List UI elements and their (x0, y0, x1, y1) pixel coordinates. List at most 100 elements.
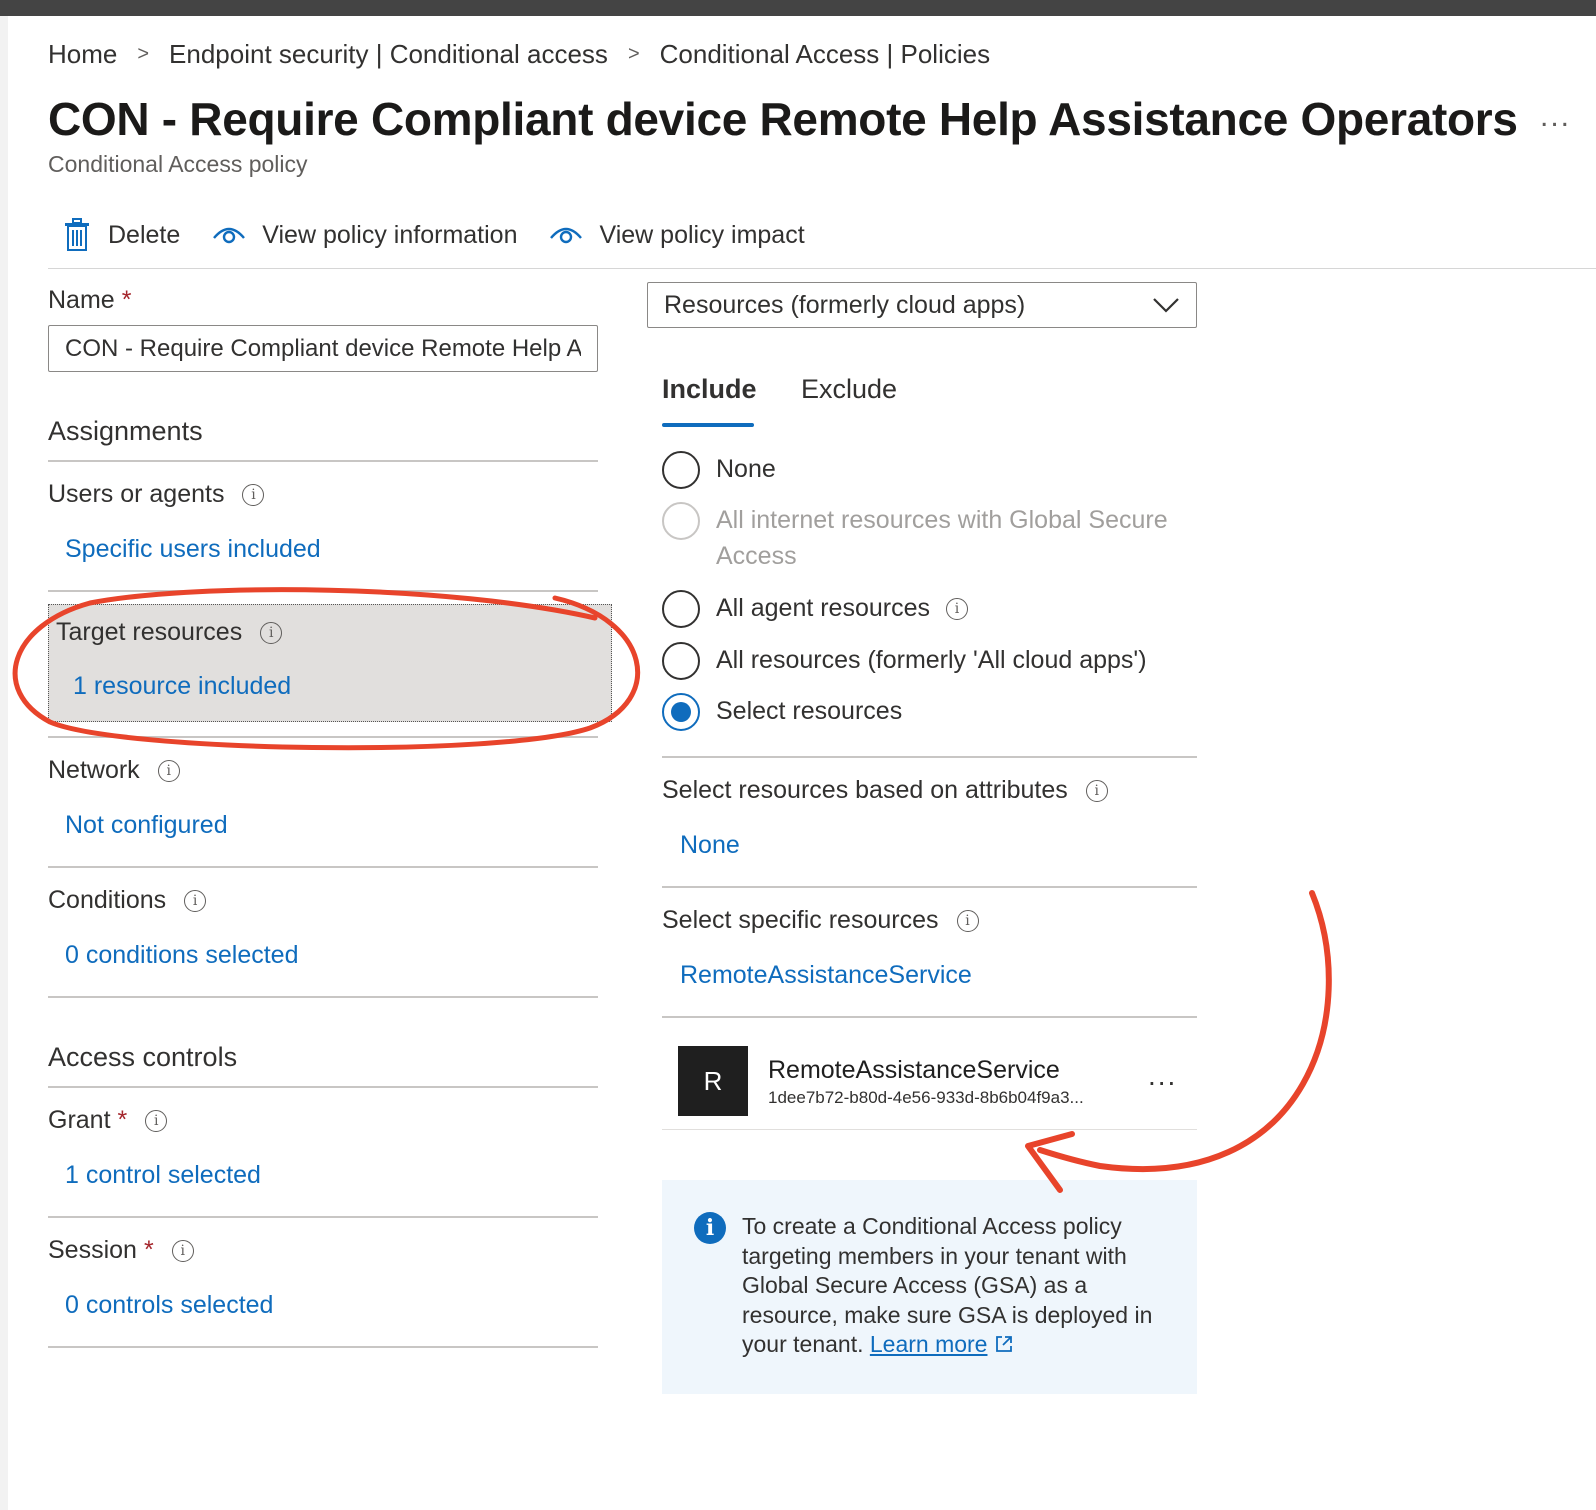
toolbar: Delete View policy information View poli… (62, 212, 837, 258)
info-icon[interactable]: i (956, 909, 979, 932)
view-policy-impact-label: View policy impact (599, 220, 805, 249)
radio-button[interactable] (662, 642, 700, 680)
divider (48, 1216, 598, 1218)
conditions-label-text: Conditions (48, 886, 167, 914)
external-link-icon (995, 1336, 1012, 1353)
target-resources-label: Target resources i (56, 618, 283, 647)
divider (48, 1086, 598, 1088)
info-icon[interactable]: i (242, 483, 265, 506)
info-icon[interactable]: i (1085, 779, 1108, 802)
option-all-resources[interactable]: All resources (formerly 'All cloud apps'… (662, 642, 1147, 680)
required-marker: * (121, 286, 132, 314)
view-policy-impact-button[interactable]: View policy impact (549, 220, 805, 250)
required-marker: * (143, 1236, 154, 1264)
divider (48, 590, 598, 592)
chevron-right-icon: > (137, 42, 150, 65)
resource-name: RemoteAssistanceService (768, 1056, 1060, 1084)
attributes-label: Select resources based on attributes i (662, 776, 1108, 805)
info-icon[interactable]: i (260, 621, 283, 644)
eye-icon (550, 227, 583, 244)
page-subtitle: Conditional Access policy (48, 151, 308, 177)
divider (48, 460, 598, 462)
option-select-resources[interactable]: Select resources (662, 693, 902, 731)
learn-more-link[interactable]: Learn more (870, 1331, 988, 1357)
window-top-bar (0, 0, 1596, 16)
grant-label-text: Grant (48, 1106, 111, 1134)
divider (48, 736, 598, 738)
assignments-heading: Assignments (48, 416, 203, 446)
eye-icon (213, 227, 246, 244)
users-label-text: Users or agents (48, 480, 225, 508)
page-title: CON - Require Compliant device Remote He… (48, 93, 1518, 145)
name-field[interactable] (48, 325, 598, 372)
option-all-agent-resources[interactable]: All agent resources i (662, 590, 969, 628)
users-link[interactable]: Specific users included (65, 535, 321, 564)
left-edge (0, 16, 8, 1510)
option-label: All resources (formerly 'All cloud apps'… (716, 646, 1147, 674)
radio-button-checked[interactable] (662, 693, 700, 731)
name-label: Name * (48, 286, 131, 315)
session-link[interactable]: 0 controls selected (65, 1291, 273, 1320)
divider (662, 1016, 1197, 1018)
specific-resources-label: Select specific resources i (662, 906, 979, 935)
radio-button[interactable] (662, 451, 700, 489)
delete-button[interactable]: Delete (62, 218, 180, 252)
tab-include[interactable]: Include (662, 374, 757, 405)
network-link[interactable]: Not configured (65, 811, 228, 840)
learn-more-text: Learn more (869, 1331, 988, 1358)
session-label-text: Session (48, 1236, 137, 1264)
option-label: None (716, 455, 776, 483)
conditions-label: Conditions i (48, 886, 207, 915)
radio-button[interactable] (662, 590, 700, 628)
more-options-icon[interactable]: ... (1148, 1060, 1177, 1092)
info-icon[interactable]: i (946, 598, 969, 620)
info-icon[interactable]: i (184, 889, 207, 912)
divider (662, 886, 1197, 888)
target-resources-link[interactable]: 1 resource included (73, 672, 291, 701)
divider (48, 1346, 598, 1348)
option-label: All agent resources (716, 594, 931, 622)
divider (662, 756, 1197, 758)
breadcrumb-policies[interactable]: Conditional Access | Policies (660, 39, 990, 70)
tab-exclude[interactable]: Exclude (801, 374, 897, 405)
option-label: All internet resources with Global Secur… (716, 502, 1168, 574)
network-label-text: Network (48, 756, 140, 784)
chevron-down-icon (1153, 298, 1179, 313)
attributes-label-text: Select resources based on attributes (662, 776, 1068, 804)
radio-button (662, 502, 700, 540)
users-label: Users or agents i (48, 480, 265, 509)
attributes-link[interactable]: None (680, 831, 740, 860)
option-none[interactable]: None (662, 451, 776, 489)
breadcrumb: Home > Endpoint security | Conditional a… (48, 36, 990, 72)
info-icon[interactable]: i (145, 1109, 168, 1132)
active-tab-indicator (662, 423, 754, 427)
required-marker: * (117, 1106, 128, 1134)
view-policy-information-button[interactable]: View policy information (212, 221, 517, 250)
session-label: Session * i (48, 1236, 194, 1265)
grant-label: Grant * i (48, 1106, 168, 1135)
selected-resource-item: R RemoteAssistanceService 1dee7b72-b80d-… (662, 1030, 1197, 1130)
chevron-right-icon: > (627, 42, 640, 65)
specific-resources-label-text: Select specific resources (662, 906, 939, 934)
breadcrumb-home[interactable]: Home (48, 39, 117, 70)
specific-resources-link[interactable]: RemoteAssistanceService (680, 961, 972, 990)
view-policy-information-label: View policy information (262, 220, 518, 249)
info-icon[interactable]: i (157, 759, 180, 782)
grant-link[interactable]: 1 control selected (65, 1161, 261, 1190)
option-label-line2: Access (716, 542, 797, 570)
target-resources-label-text: Target resources (56, 618, 243, 646)
avatar: R (678, 1046, 748, 1116)
delete-label: Delete (108, 220, 181, 249)
resource-id: 1dee7b72-b80d-4e56-933d-8b6b04f9a3... (768, 1088, 1084, 1107)
conditions-link[interactable]: 0 conditions selected (65, 941, 298, 970)
resource-type-dropdown[interactable]: Resources (formerly cloud apps) (647, 282, 1197, 328)
network-label: Network i (48, 756, 180, 785)
info-icon[interactable]: i (171, 1239, 194, 1262)
more-options-icon[interactable]: ... (1540, 100, 1571, 134)
breadcrumb-endpoint-security[interactable]: Endpoint security | Conditional access (169, 39, 608, 70)
info-message-bar: i To create a Conditional Access policy … (662, 1180, 1197, 1394)
divider (48, 866, 598, 868)
toolbar-divider (48, 268, 1596, 269)
info-filled-icon: i (694, 1212, 726, 1244)
dropdown-value: Resources (formerly cloud apps) (664, 290, 1026, 319)
